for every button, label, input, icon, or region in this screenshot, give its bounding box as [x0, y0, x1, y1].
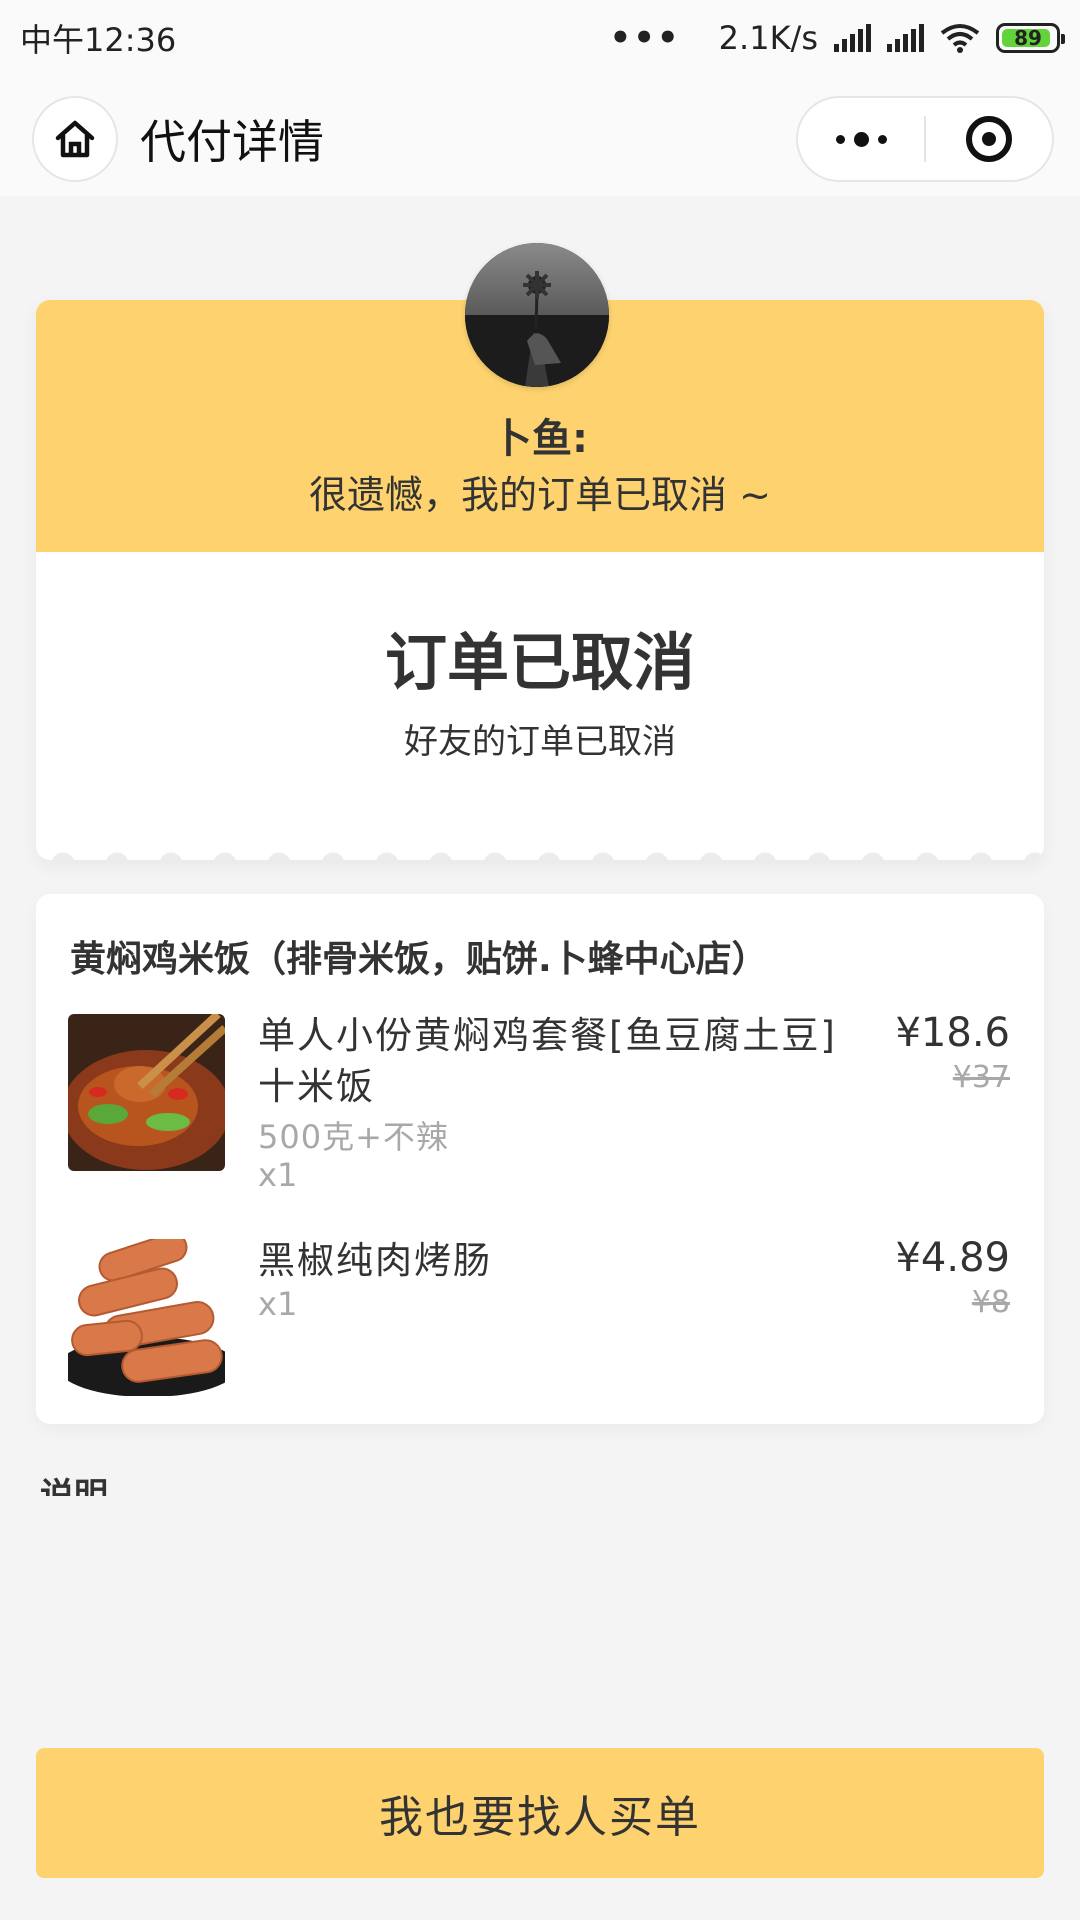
- section-label: 说明: [40, 1476, 108, 1496]
- item-image: [68, 1014, 225, 1171]
- card-edge-decoration: [36, 846, 1044, 860]
- status-bar: 中午12:36 ••• 2.1K/s 89: [0, 0, 1080, 76]
- battery-level: 89: [1014, 26, 1042, 50]
- home-button[interactable]: [32, 96, 118, 182]
- status-indicators: ••• 2.1K/s 89: [609, 18, 1065, 58]
- home-icon: [55, 120, 95, 158]
- item-spec: 500克+不辣: [258, 1118, 449, 1156]
- item-name: 黑椒纯肉烤肠: [258, 1239, 492, 1282]
- item-price: ¥4.89: [895, 1235, 1010, 1281]
- wifi-icon: [940, 24, 980, 53]
- store-name[interactable]: 黄焖鸡米饭（排骨米饭，贴饼.卜蜂中心店）: [70, 930, 768, 982]
- item-image: [68, 1239, 225, 1396]
- find-payer-button[interactable]: 我也要找人买单: [36, 1748, 1044, 1878]
- battery-icon: 89: [996, 23, 1065, 53]
- signal-icon-2: [887, 24, 924, 52]
- avatar-image: [465, 243, 609, 387]
- item-original-price: ¥8: [971, 1285, 1010, 1320]
- nav-bar: 代付详情: [0, 76, 1080, 196]
- item-original-price: ¥37: [952, 1060, 1010, 1095]
- more-dots-icon: [835, 131, 887, 147]
- order-card: 黄焖鸡米饭（排骨米饭，贴饼.卜蜂中心店） 单人小份黄焖鸡套餐[鱼豆腐土豆]十米饭…: [36, 894, 1044, 1424]
- notification-dots-icon: •••: [609, 18, 681, 58]
- item-price: ¥18.6: [895, 1010, 1010, 1056]
- friend-message: 很遗憾，我的订单已取消 ~: [309, 473, 771, 517]
- mini-program-capsule: [796, 96, 1054, 182]
- network-speed: 2.1K/s: [718, 19, 818, 57]
- order-status-subtitle: 好友的订单已取消: [404, 722, 676, 762]
- item-name: 单人小份黄焖鸡套餐[鱼豆腐土豆]十米饭: [258, 1014, 837, 1108]
- more-button[interactable]: [798, 98, 924, 180]
- target-icon: [966, 116, 1012, 162]
- avatar: [465, 243, 609, 387]
- order-status-title: 订单已取消: [384, 626, 695, 699]
- page-title: 代付详情: [140, 115, 324, 169]
- status-time: 中午12:36: [20, 21, 177, 59]
- signal-icon: [834, 24, 871, 52]
- close-button[interactable]: [926, 98, 1052, 180]
- friend-name: 卜鱼:: [492, 416, 588, 462]
- item-quantity: x1: [258, 1285, 298, 1323]
- item-quantity: x1: [258, 1156, 298, 1194]
